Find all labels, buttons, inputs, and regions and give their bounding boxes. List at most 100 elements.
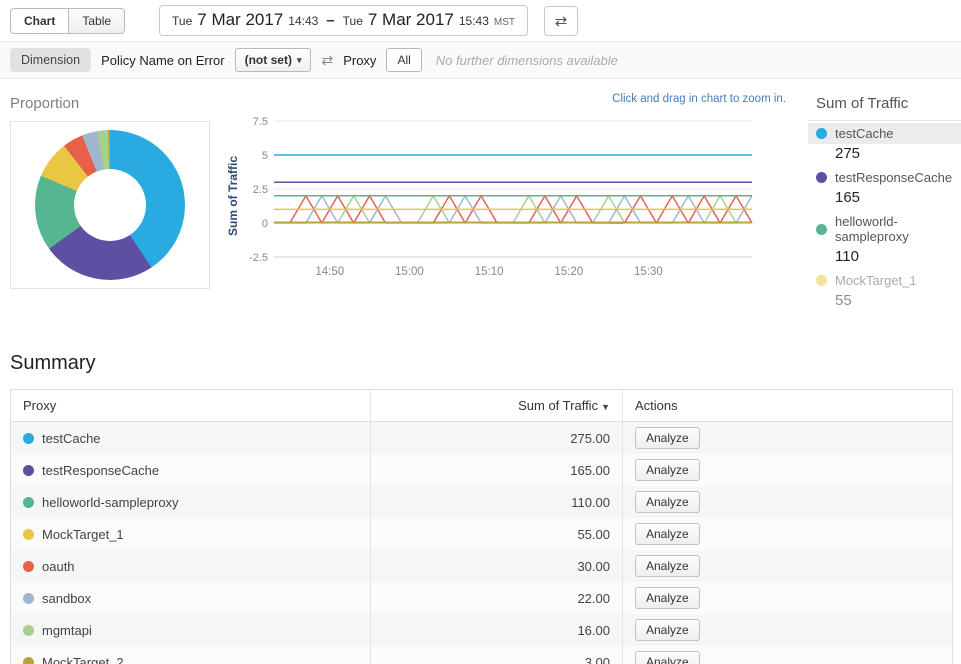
legend-item[interactable]: MockTarget_1 55 <box>808 270 961 314</box>
sum-of-traffic-header-label: Sum of Traffic <box>518 398 598 413</box>
traffic-line-chart[interactable]: -2.502.557.514:5015:0015:1015:2015:30 <box>242 111 762 281</box>
chart-tab[interactable]: Chart <box>10 8 69 34</box>
analyze-button[interactable]: Analyze <box>635 619 700 641</box>
end-time: 15:43 <box>459 14 489 28</box>
legend-color-dot <box>816 128 827 139</box>
legend-series-value: 275 <box>808 144 961 167</box>
charts-row: Proportion Click and drag in chart to zo… <box>0 79 961 314</box>
summary-table-row: testResponseCache165.00Analyze <box>11 454 953 486</box>
table-tab[interactable]: Table <box>68 8 125 34</box>
start-day: Tue <box>172 14 192 28</box>
analyze-button[interactable]: Analyze <box>635 523 700 545</box>
legend-item[interactable]: testResponseCache 165 <box>808 167 961 211</box>
summary-table-row: MockTarget_1 55.00 Analyze <box>11 518 953 550</box>
top-toolbar: Chart Table Tue 7 Mar 2017 14:43 – Tue 7… <box>0 0 961 42</box>
proxy-color-dot <box>23 625 34 636</box>
zoom-hint: Click and drag in chart to zoom in. <box>226 93 790 111</box>
proxy-color-dot <box>23 433 34 444</box>
proxy-name: MockTarget_1 <box>42 527 124 542</box>
svg-text:14:50: 14:50 <box>315 266 344 278</box>
line-chart-column: Click and drag in chart to zoom in. Sum … <box>226 93 790 314</box>
proxy-color-dot <box>23 497 34 508</box>
legend-series-name: testCache <box>835 126 894 141</box>
proxy-color-dot <box>23 465 34 476</box>
proxy-name: oauth <box>42 559 75 574</box>
proxy-filter-button[interactable]: All <box>386 48 421 72</box>
proxy-color-dot <box>23 529 34 540</box>
dimension-name-label: Policy Name on Error <box>101 53 225 68</box>
svg-text:5: 5 <box>262 150 268 162</box>
legend-items: testCache275testResponseCache165hellowor… <box>808 123 961 314</box>
summary-table-row: testCache275.00Analyze <box>11 422 953 455</box>
dimension-chip[interactable]: Dimension <box>10 48 91 72</box>
analyze-button[interactable]: Analyze <box>635 491 700 513</box>
analyze-button[interactable]: Analyze <box>635 459 700 481</box>
legend-series-value: 110 <box>808 247 961 270</box>
dimension-value-dropdown[interactable]: (not set) ▾ <box>235 48 312 72</box>
traffic-value: 30.00 <box>371 550 623 582</box>
summary-table-body: testCache275.00AnalyzetestResponseCache1… <box>11 422 953 664</box>
legend-color-dot <box>816 172 827 183</box>
date-range-separator: – <box>326 12 334 29</box>
legend-color-dot <box>816 275 827 286</box>
svg-text:15:20: 15:20 <box>554 266 583 278</box>
proportion-donut-chart[interactable] <box>35 130 185 280</box>
donut-panel <box>10 121 210 289</box>
column-header-proxy[interactable]: Proxy <box>11 390 371 422</box>
summary-table-row: oauth 30.00 Analyze <box>11 550 953 582</box>
proportion-column: Proportion <box>10 93 212 314</box>
legend-series-name: MockTarget_1 <box>835 273 917 288</box>
analyze-button[interactable]: Analyze <box>635 427 700 449</box>
traffic-value: 3.00 <box>371 646 623 664</box>
svg-text:0: 0 <box>262 218 268 230</box>
column-header-sum-of-traffic[interactable]: Sum of Traffic▼ <box>371 390 623 422</box>
legend-item[interactable]: testCache 275 <box>808 123 961 167</box>
legend-series-value: 165 <box>808 188 961 211</box>
svg-text:15:30: 15:30 <box>634 266 663 278</box>
proxy-color-dot <box>23 561 34 572</box>
legend-series-name: testResponseCache <box>835 170 952 185</box>
dimensions-note: No further dimensions available <box>436 53 618 68</box>
analytics-page: Chart Table Tue 7 Mar 2017 14:43 – Tue 7… <box>0 0 961 664</box>
summary-table-header: Proxy Sum of Traffic▼ Actions <box>11 390 953 422</box>
column-header-actions: Actions <box>623 390 953 422</box>
summary-section: Summary Proxy Sum of Traffic▼ Actions te… <box>0 314 961 664</box>
traffic-value: 55.00 <box>371 518 623 550</box>
end-date: 7 Mar 2017 <box>368 10 454 30</box>
svg-text:7.5: 7.5 <box>253 116 268 128</box>
view-toggle: Chart Table <box>10 8 125 34</box>
sort-descending-icon: ▼ <box>601 402 610 412</box>
legend-title: Sum of Traffic <box>808 95 961 121</box>
legend-series-value: 55 <box>808 291 961 314</box>
date-range-picker[interactable]: Tue 7 Mar 2017 14:43 – Tue 7 Mar 2017 15… <box>159 5 528 36</box>
analyze-button[interactable]: Analyze <box>635 651 700 664</box>
traffic-value: 22.00 <box>371 582 623 614</box>
svg-text:2.5: 2.5 <box>253 184 268 196</box>
proxy-name: MockTarget_2 <box>42 655 124 664</box>
analyze-button[interactable]: Analyze <box>635 555 700 577</box>
dimension-toolbar: Dimension Policy Name on Error (not set)… <box>0 42 961 79</box>
chevron-down-icon: ▾ <box>297 55 302 66</box>
swap-dimension-icon[interactable]: ⇄ <box>321 52 333 69</box>
proxy-color-dot <box>23 657 34 664</box>
summary-table-row: helloworld-sampleproxy110.00Analyze <box>11 486 953 518</box>
summary-table-row: mgmtapi16.00Analyze <box>11 614 953 646</box>
traffic-value: 275.00 <box>371 422 623 455</box>
traffic-value: 165.00 <box>371 454 623 486</box>
refresh-button[interactable]: ⇄ <box>544 6 578 36</box>
start-time: 14:43 <box>288 14 318 28</box>
summary-title: Summary <box>10 352 953 375</box>
proxy-name: sandbox <box>42 591 91 606</box>
legend-item[interactable]: helloworld-sampleproxy 110 <box>808 211 961 270</box>
chart-legend: Sum of Traffic testCache275testResponseC… <box>808 93 961 314</box>
legend-color-dot <box>816 224 827 235</box>
summary-table-row: MockTarget_2 3.00 Analyze <box>11 646 953 664</box>
start-date: 7 Mar 2017 <box>197 10 283 30</box>
proxy-color-dot <box>23 593 34 604</box>
y-axis-label: Sum of Traffic <box>226 156 240 236</box>
summary-table: Proxy Sum of Traffic▼ Actions testCache2… <box>10 389 953 664</box>
legend-series-name: helloworld-sampleproxy <box>835 214 953 244</box>
analyze-button[interactable]: Analyze <box>635 587 700 609</box>
proportion-title: Proportion <box>10 95 212 112</box>
svg-text:-2.5: -2.5 <box>249 252 268 264</box>
